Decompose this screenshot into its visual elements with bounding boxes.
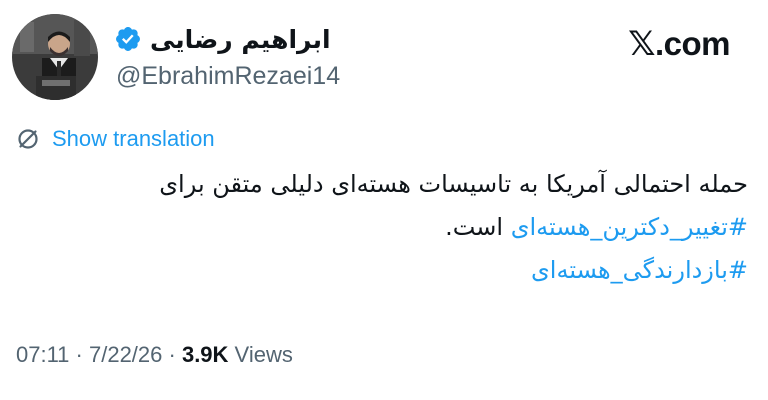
- tweet-line-2: #تغییر_دکترین_هسته‌ای است.: [18, 206, 748, 249]
- verified-badge-icon: [116, 27, 140, 51]
- avatar[interactable]: [12, 14, 98, 100]
- hashtag-link[interactable]: #بازدارندگی_هسته‌ای: [531, 256, 748, 284]
- views-count: 3.9K: [181, 342, 229, 367]
- author-display-name: ابراهیم رضایی: [150, 24, 331, 54]
- tweet-text: حمله احتمالی آمریکا به تاسیسات هسته‌ای د…: [18, 163, 748, 292]
- author-name-row[interactable]: ابراهیم رضایی: [114, 22, 331, 56]
- views-label: Views: [228, 342, 293, 367]
- brand-domain: .com: [654, 25, 731, 62]
- show-translation-button[interactable]: Show translation: [16, 124, 215, 154]
- hashtag-link[interactable]: #تغییر_دکترین_هسته‌ای: [511, 213, 748, 241]
- translate-icon: [18, 129, 38, 149]
- meta-separator: ·: [162, 342, 182, 367]
- meta-separator: ·: [69, 342, 89, 367]
- x-com-logo: 𝕏 .com: [628, 24, 730, 64]
- tweet-time[interactable]: 07:11: [16, 342, 69, 368]
- tweet-date[interactable]: 7/22/26: [89, 342, 162, 368]
- show-translation-label: Show translation: [52, 126, 215, 151]
- tweet-metadata: 07:11 · 7/22/26 · 3.9K Views: [16, 342, 293, 368]
- tweet-card: ابراهیم رضایی @EbrahimRezaei14 𝕏 .com Sh…: [0, 0, 768, 400]
- tweet-line-3: #بازدارندگی_هسته‌ای: [18, 249, 748, 292]
- tweet-line-2-tail: است.: [445, 213, 511, 241]
- tweet-line-1: حمله احتمالی آمریکا به تاسیسات هسته‌ای د…: [159, 170, 748, 198]
- author-handle[interactable]: @EbrahimRezaei14: [116, 62, 340, 91]
- x-logo-icon: 𝕏: [628, 24, 655, 64]
